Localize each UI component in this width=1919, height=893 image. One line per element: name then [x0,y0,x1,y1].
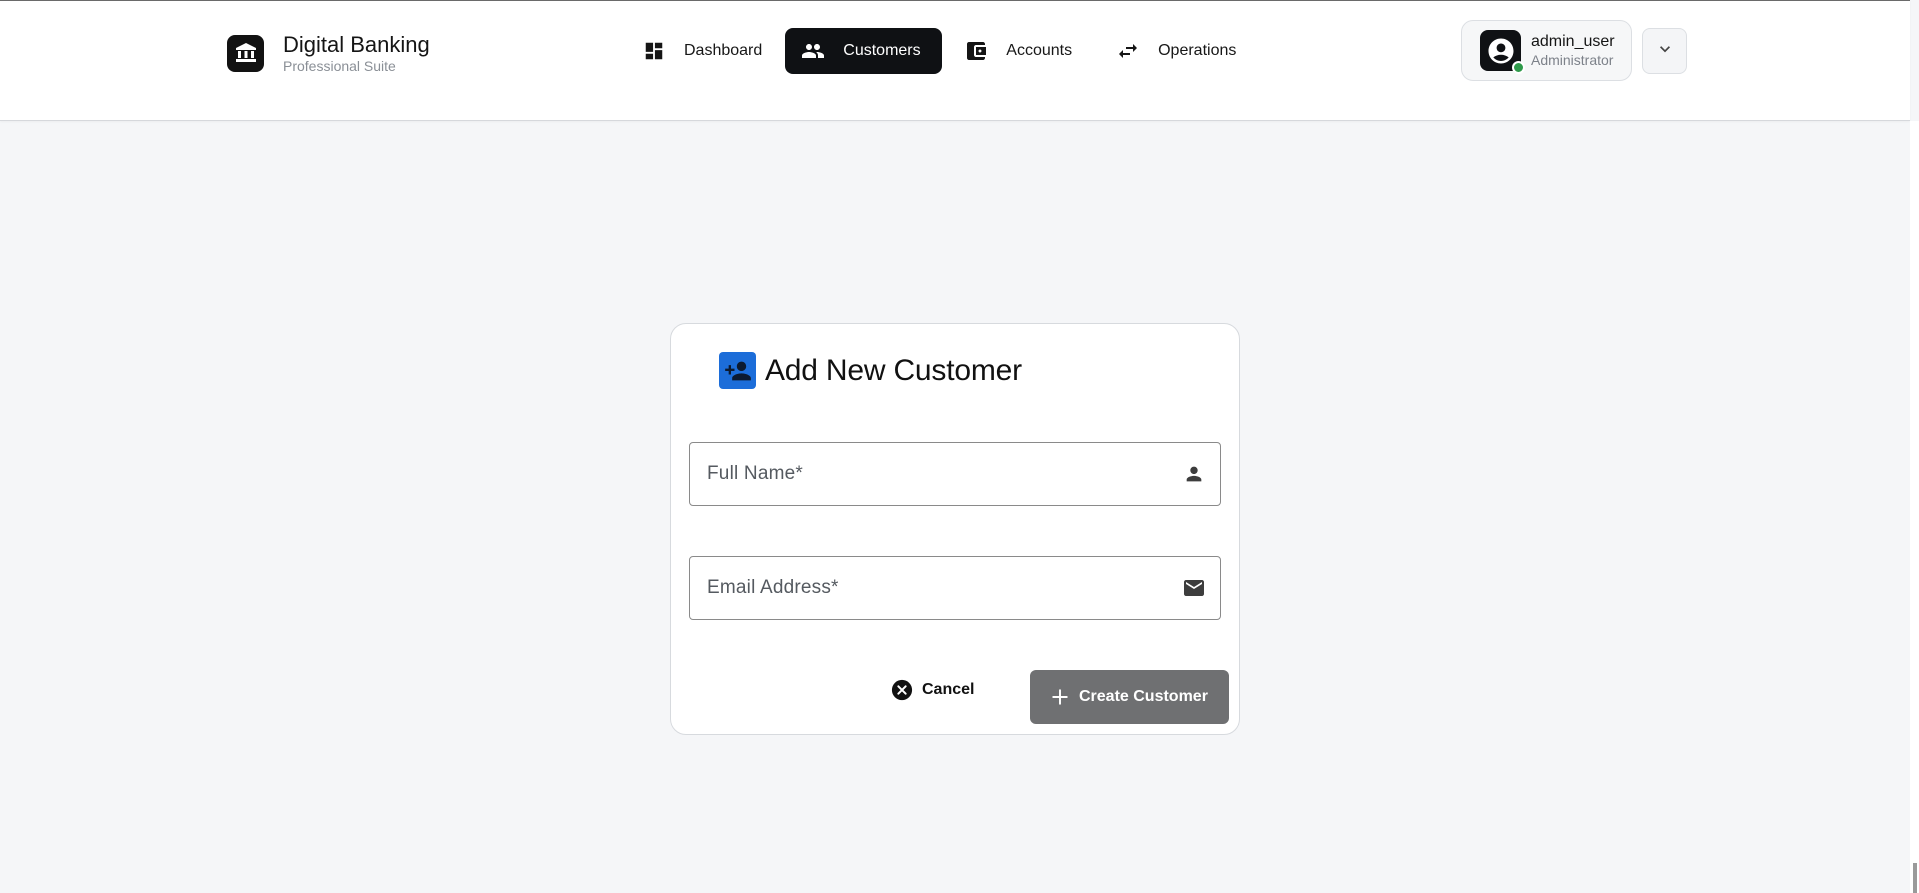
main-nav: Dashboard Customers Accounts Operations [626,28,1252,74]
nav-item-accounts[interactable]: Accounts [948,28,1088,74]
bank-icon [227,34,264,72]
create-customer-label: Create Customer [1079,688,1208,705]
cancel-circle-icon [891,679,913,701]
dashboard-icon [642,39,666,63]
brand-subtitle: Professional Suite [283,58,396,74]
cancel-button[interactable]: Cancel [891,672,974,708]
people-icon [801,39,825,63]
nav-label-dashboard: Dashboard [684,42,763,59]
cancel-label: Cancel [922,681,975,698]
chevron-down-icon [1655,39,1675,64]
brand[interactable]: Digital Banking Professional Suite [227,32,430,74]
full-name-input[interactable] [690,443,1182,505]
online-status-indicator [1512,61,1525,74]
user-name: admin_user [1531,32,1615,50]
nav-label-customers: Customers [843,42,921,59]
swap-arrows-icon [1116,39,1140,63]
avatar [1480,30,1525,74]
wallet-icon [964,39,988,63]
user-role: Administrator [1531,51,1614,68]
email-icon [1182,576,1206,600]
person-icon [1182,462,1206,486]
page-title: Add New Customer [765,353,1022,387]
nav-item-customers[interactable]: Customers [785,28,943,74]
brand-title: Digital Banking [283,32,430,57]
card-header: Add New Customer [719,352,1022,389]
scrollbar-thumb[interactable] [1913,863,1917,893]
email-input[interactable] [690,557,1182,619]
add-customer-card: Add New Customer Cancel [670,323,1240,735]
page-scrollbar[interactable] [1910,121,1919,893]
top-navigation-bar: Digital Banking Professional Suite Dashb… [0,0,1910,121]
email-field[interactable] [689,556,1221,620]
full-name-field[interactable] [689,442,1221,506]
nav-item-dashboard[interactable]: Dashboard [626,28,778,74]
nav-item-operations[interactable]: Operations [1100,28,1252,74]
user-menu-button[interactable] [1642,28,1687,74]
person-add-icon [719,352,756,389]
plus-icon [1050,687,1070,707]
nav-label-accounts: Accounts [1006,42,1073,59]
user-profile-chip[interactable]: admin_user Administrator [1461,20,1632,81]
create-customer-button[interactable]: Create Customer [1030,670,1229,724]
nav-label-operations: Operations [1158,42,1237,59]
